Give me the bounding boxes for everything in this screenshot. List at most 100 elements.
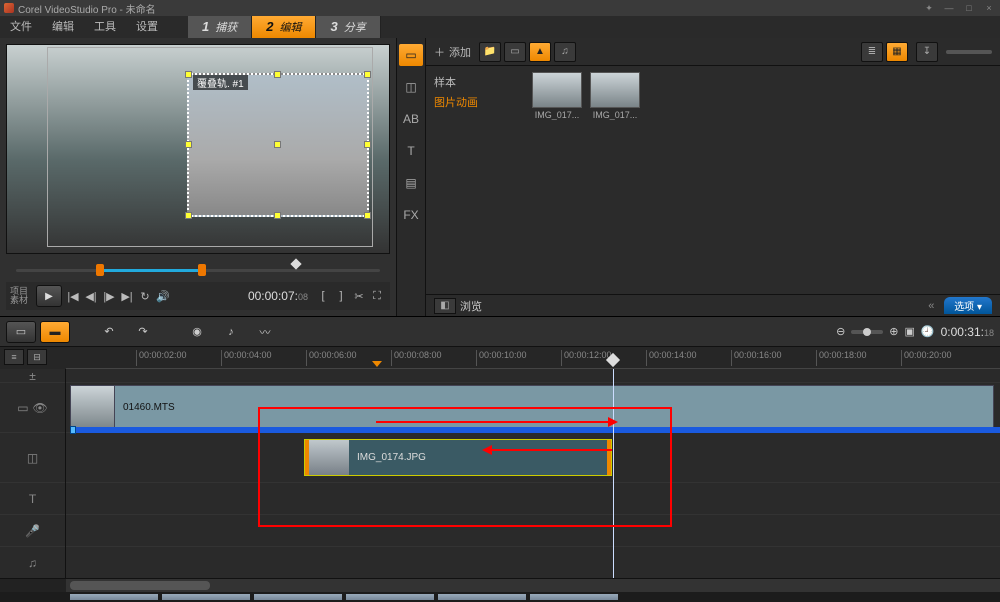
- project-clip-label: 项目 素材: [10, 287, 36, 305]
- grid-view-button[interactable]: ▦: [886, 42, 908, 62]
- browse-icon[interactable]: ◧: [434, 298, 456, 314]
- in-point-marker[interactable]: [96, 264, 104, 276]
- window-title: Corel VideoStudio Pro - 未命名: [18, 1, 156, 16]
- filter-photo-button[interactable]: ▲: [529, 42, 551, 62]
- redo-button[interactable]: ↷: [128, 321, 158, 343]
- title-tab-icon[interactable]: AB: [399, 108, 423, 130]
- goto-start-button[interactable]: |◀: [64, 290, 82, 303]
- goto-end-button[interactable]: ▶|: [118, 290, 136, 303]
- ruler-tick: 00:00:16:00: [731, 350, 782, 366]
- music-track-header[interactable]: ♫: [0, 547, 65, 578]
- list-view-button[interactable]: ≣: [861, 42, 883, 62]
- category-photo-animation[interactable]: 图片动画: [434, 92, 518, 112]
- mark-in-button[interactable]: [: [314, 290, 332, 302]
- preview-canvas[interactable]: 覆叠轨. #1: [6, 44, 390, 254]
- eye-icon[interactable]: 👁: [33, 401, 48, 415]
- title-track-header[interactable]: T: [0, 483, 65, 515]
- voice-lane[interactable]: [66, 515, 1000, 547]
- track-toggle-row[interactable]: ±: [0, 369, 65, 383]
- cut-button[interactable]: ✂: [350, 290, 368, 303]
- filter-audio-button[interactable]: ♫: [554, 42, 576, 62]
- scrub-playhead[interactable]: [290, 258, 301, 269]
- zoom-slider[interactable]: [851, 330, 883, 334]
- track-lanes[interactable]: 01460.MTS IMG_0174.JPG: [66, 369, 1000, 578]
- timeline-view-button[interactable]: ▬: [40, 321, 70, 343]
- video-clip[interactable]: 01460.MTS: [70, 385, 994, 430]
- options-button[interactable]: 选项 ▾: [944, 297, 992, 314]
- add-media-button[interactable]: ＋添加: [434, 44, 471, 60]
- titlebar: Corel VideoStudio Pro - 未命名 ✦ — □ ×: [0, 0, 1000, 16]
- out-point-marker[interactable]: [198, 264, 206, 276]
- category-sample[interactable]: 样本: [434, 72, 518, 92]
- step-edit[interactable]: 2编辑: [252, 16, 316, 38]
- menubar: 文件 编辑 工具 设置 1捕获 2编辑 3分享: [0, 16, 1000, 38]
- audio-mixer-button[interactable]: ♪: [216, 321, 246, 343]
- menu-edit[interactable]: 编辑: [42, 16, 84, 38]
- play-button[interactable]: ▶: [36, 285, 62, 307]
- preview-timecode: 00:00:07:08: [248, 289, 308, 303]
- ruler-tick: 00:00:12:00: [561, 350, 612, 366]
- thumbnail-size-slider[interactable]: [946, 50, 992, 54]
- zoom-out-button[interactable]: ⊖: [836, 325, 845, 338]
- menu-tools[interactable]: 工具: [84, 16, 126, 38]
- voice-track-header[interactable]: 🎤: [0, 515, 65, 547]
- library-category-strip: ▭ ◫ AB T ▤ FX: [396, 38, 426, 316]
- menu-settings[interactable]: 设置: [126, 16, 168, 38]
- title-lane[interactable]: [66, 483, 1000, 515]
- collapse-icon[interactable]: «: [928, 300, 938, 312]
- clip-out-handle[interactable]: [607, 440, 611, 475]
- mark-out-button[interactable]: ]: [332, 290, 350, 302]
- filter-tab-icon[interactable]: ▤: [399, 172, 423, 194]
- time-ruler[interactable]: 00:00:02:00 00:00:04:00 00:00:06:00 00:0…: [66, 347, 1000, 369]
- timeline-toolbar: ▭ ▬ ↶ ↷ ◉ ♪ 〰 ⊖ ⊕ ▣ 🕘 0:00:31:18: [0, 317, 1000, 347]
- sort-button[interactable]: ↧: [916, 42, 938, 62]
- auto-music-button[interactable]: 〰: [250, 321, 280, 343]
- preview-scrubber[interactable]: [6, 260, 390, 280]
- transition-tab-icon[interactable]: ◫: [399, 76, 423, 98]
- help-icon[interactable]: ✦: [922, 3, 936, 13]
- record-button[interactable]: ◉: [182, 321, 212, 343]
- overlay-track-header[interactable]: ◫: [0, 433, 65, 483]
- track-headers: ± ▭ 👁 ◫ T 🎤 ♫: [0, 369, 66, 578]
- volume-button[interactable]: 🔊: [154, 290, 172, 303]
- track-manager-button[interactable]: ≡: [4, 349, 24, 365]
- ruler-tick: 00:00:14:00: [646, 350, 697, 366]
- music-lane[interactable]: [66, 547, 1000, 578]
- close-button[interactable]: ×: [982, 3, 996, 13]
- zoom-in-button[interactable]: ⊕: [889, 325, 898, 338]
- overlay-selection[interactable]: [187, 73, 369, 217]
- ruler-header: ≡ ⊟: [0, 347, 66, 369]
- open-folder-button[interactable]: 📁: [479, 42, 501, 62]
- next-frame-button[interactable]: |▶: [100, 290, 118, 303]
- app-icon: [4, 3, 14, 13]
- scrollbar-thumb[interactable]: [70, 581, 210, 590]
- filter-video-button[interactable]: ▭: [504, 42, 526, 62]
- undo-button[interactable]: ↶: [94, 321, 124, 343]
- prev-frame-button[interactable]: ◀|: [82, 290, 100, 303]
- maximize-button[interactable]: □: [962, 3, 976, 13]
- storyboard-view-button[interactable]: ▭: [6, 321, 36, 343]
- ruler-marker[interactable]: [372, 361, 382, 367]
- menu-file[interactable]: 文件: [0, 16, 42, 38]
- minimize-button[interactable]: —: [942, 3, 956, 13]
- step-capture[interactable]: 1捕获: [188, 16, 252, 38]
- clip-name: 01460.MTS: [115, 402, 183, 413]
- fullscreen-button[interactable]: ⛶: [368, 290, 386, 303]
- video-lane[interactable]: 01460.MTS: [66, 383, 1000, 433]
- step-share[interactable]: 3分享: [316, 16, 380, 38]
- overlay-clip[interactable]: IMG_0174.JPG: [304, 439, 612, 476]
- library-item[interactable]: IMG_017...: [532, 72, 582, 288]
- library-toolbar: ＋添加 📁 ▭ ▲ ♫ ≣ ▦ ↧: [426, 38, 1000, 66]
- fx-tab-icon[interactable]: FX: [399, 204, 423, 226]
- media-tab-icon[interactable]: ▭: [399, 44, 423, 66]
- snap-button[interactable]: ⊟: [27, 349, 47, 365]
- video-track-header[interactable]: ▭ 👁: [0, 383, 65, 433]
- library-item[interactable]: IMG_017...: [590, 72, 640, 288]
- repeat-button[interactable]: ↻: [136, 290, 154, 303]
- item-name: IMG_017...: [590, 110, 640, 120]
- overlay-lane[interactable]: IMG_0174.JPG: [66, 433, 1000, 483]
- graphic-tab-icon[interactable]: T: [399, 140, 423, 162]
- timeline-scrollbar[interactable]: [0, 578, 1000, 592]
- thumbnail: [532, 72, 582, 108]
- fit-timeline-button[interactable]: ▣: [905, 325, 915, 338]
